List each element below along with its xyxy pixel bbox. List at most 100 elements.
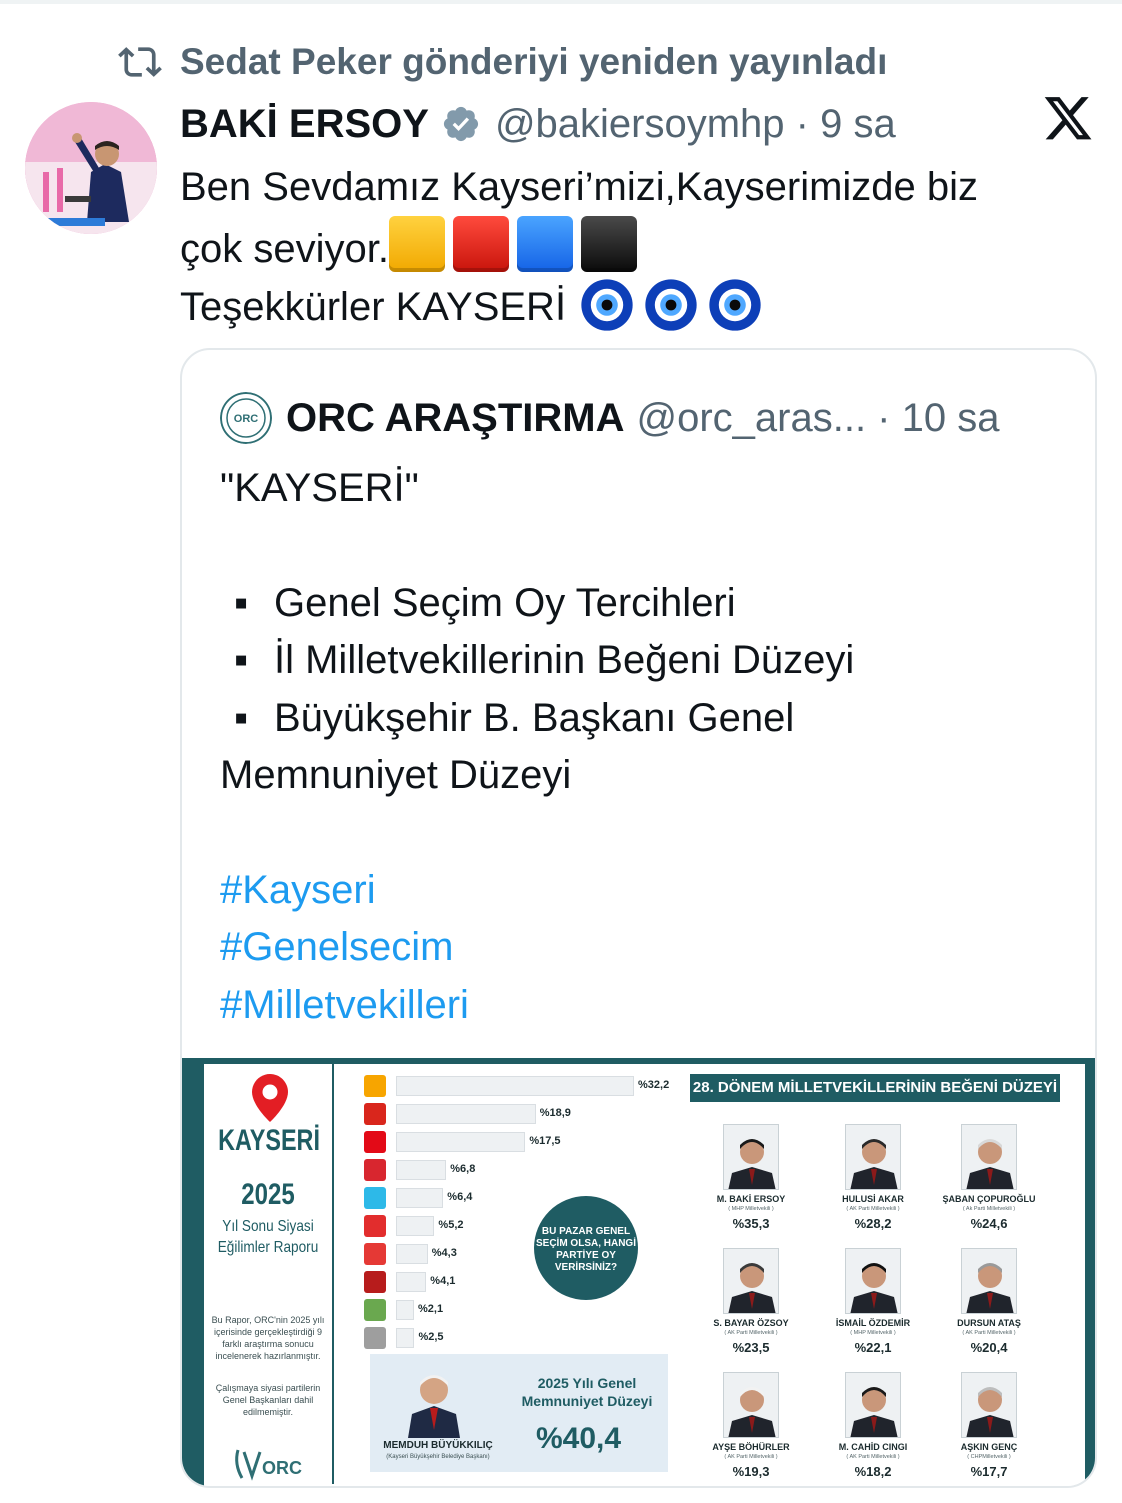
mp-approval-value: %17,7	[970, 1464, 1008, 1479]
avatar-photo	[25, 102, 157, 234]
author-avatar[interactable]	[25, 102, 157, 234]
author-name[interactable]: BAKİ ERSOY	[180, 102, 429, 147]
mp-name: İSMAİL ÖZDEMİR	[835, 1318, 911, 1328]
x-logo-icon[interactable]	[1042, 97, 1094, 145]
mp-card: İSMAİL ÖZDEMİR ( MHP Milletvekili ) %22,1	[818, 1248, 928, 1366]
bullet-text: Genel Seçim Oy Tercihleri	[274, 580, 736, 625]
mp-role: ( AK Parti Milletvekili )	[724, 1454, 778, 1460]
nazar-amulet-emoji	[709, 279, 761, 331]
mp-role: ( AK Parti Milletvekili )	[962, 1330, 1016, 1336]
mp-approval-value: %20,4	[970, 1340, 1008, 1355]
party-bar-row: %2,5	[364, 1326, 674, 1350]
mp-card: M. CAHİD CINGI ( AK Parti Milletvekili )%…	[818, 1372, 928, 1486]
mp-name: M. BAKİ ERSOY	[716, 1194, 786, 1204]
party-bar	[396, 1132, 526, 1152]
quoted-post-header: ORC ORC ARAŞTIRMA @orc_aras... · 10 sa	[220, 392, 999, 444]
mp-role: ( MHP Milletvekili )	[728, 1206, 774, 1212]
mp-photo	[723, 1248, 779, 1314]
quoted-post[interactable]: ORC ORC ARAŞTIRMA @orc_aras... · 10 sa "…	[180, 348, 1097, 1488]
orc-avatar-icon[interactable]: ORC	[220, 392, 272, 444]
party-bar	[396, 1216, 435, 1236]
mp-photo	[961, 1124, 1017, 1190]
hashtag-link[interactable]: #Kayseri	[220, 862, 1080, 919]
mp-photo	[845, 1248, 901, 1314]
mayor-photo	[402, 1360, 466, 1438]
post-text: Ben Sevdamız Kayseri’mizi,Kayserimizde b…	[180, 158, 1080, 336]
mp-approval-value: %22,1	[854, 1340, 892, 1355]
poll-question-badge: BU PAZAR GENEL SEÇİM OLSA, HANGİ PARTİYE…	[534, 1196, 638, 1300]
post-text-line-2-text: çok seviyor.	[180, 227, 389, 271]
party-bar-row: %18,9	[364, 1102, 674, 1126]
party-logo-icon	[364, 1327, 386, 1349]
mp-photo	[723, 1372, 779, 1438]
repost-indicator[interactable]: Sedat Peker gönderiyi yeniden yayınladı	[118, 40, 887, 84]
party-bar	[396, 1104, 536, 1124]
report-sidebar: KAYSERİ 2025 Yıl Sonu Siyasi Eğilimler R…	[204, 1064, 332, 1484]
party-bar-value: %5,2	[438, 1219, 464, 1231]
mayor-satisfaction-value: %40,4	[536, 1422, 622, 1455]
mp-photo	[961, 1248, 1017, 1314]
bullet-item: ▪ Büyükşehir B. Başkanı Genel	[220, 690, 1080, 747]
mp-photo	[723, 1124, 779, 1190]
party-bar-row: %2,1	[364, 1298, 674, 1322]
nazar-amulet-emoji	[645, 279, 697, 331]
party-bar	[396, 1160, 447, 1180]
mp-approval-value: %28,2	[854, 1216, 892, 1231]
hashtag-link[interactable]: #Milletvekilleri	[220, 977, 1080, 1034]
party-bar-row: %6,4	[364, 1186, 674, 1210]
party-logo-icon	[364, 1131, 386, 1153]
party-bar-value: %18,9	[539, 1107, 571, 1119]
bullet-text: İl Milletvekillerinin Beğeni Düzeyi	[274, 638, 855, 683]
report-note: Bu Rapor, ORC'nin 2025 yılı içerisinde g…	[211, 1315, 325, 1361]
post-text-line-3-text: Teşekkürler KAYSERİ	[180, 285, 567, 329]
mp-role: ( AK Parti Milletvekili )	[846, 1206, 900, 1212]
party-bar-value: %2,5	[418, 1331, 444, 1343]
svg-text:ORC: ORC	[234, 413, 259, 425]
mp-role: ( MHP Milletvekili )	[850, 1330, 896, 1336]
quoted-post-text: "KAYSERİ" ▪ Genel Seçim Oy Tercihleri ▪ İl…	[220, 460, 1080, 1034]
mp-approval-value: %35,3	[732, 1216, 770, 1231]
bullet-item: ▪ İl Milletvekillerinin Beğeni Düzeyi	[220, 632, 1080, 689]
mp-approval-value: %24,6	[970, 1216, 1008, 1231]
mp-card: M. BAKİ ERSOY ( MHP Milletvekili ) %35,3	[696, 1124, 806, 1242]
quoted-author-handle-time: @orc_aras... · 10 sa	[636, 395, 1000, 440]
location-pin-icon	[252, 1074, 288, 1122]
mp-card: AYŞE BÖHÜRLER ( AK Parti Milletvekili ) %1…	[696, 1372, 806, 1486]
post-header: BAKİ ERSOY @bakiersoymhp · 9 sa	[180, 98, 896, 150]
party-bar-row: %32,2	[364, 1074, 674, 1098]
mp-photo	[961, 1372, 1017, 1438]
bullet-square-icon: ▪	[234, 695, 249, 740]
party-bar-value: %6,8	[450, 1163, 476, 1175]
repost-label: Sedat Peker gönderiyi yeniden yayınladı	[180, 41, 888, 82]
mayor-role: (Kayseri Büyükşehir Belediye Başkanı)	[386, 1454, 490, 1460]
mp-photo	[845, 1372, 901, 1438]
report-image[interactable]: KAYSERİ 2025 Yıl Sonu Siyasi Eğilimler R…	[182, 1058, 1095, 1486]
mp-name: S. BAYAR ÖZSOY	[713, 1318, 789, 1328]
mp-role: ( CHPMilletvekili )	[967, 1454, 1011, 1460]
mp-name: M. CAHİD CINGI	[838, 1442, 908, 1452]
mayor-satisfaction-box: MEMDUH BÜYÜKKILIÇ (Kayseri Büyükşehir Be…	[370, 1354, 668, 1472]
party-logo-icon	[364, 1075, 386, 1097]
party-bar-value: %2,1	[418, 1303, 444, 1315]
mp-card: ŞABAN ÇOPUROĞLU ( Ak Parti Milletvekili )…	[934, 1124, 1044, 1242]
party-bar-value: %4,1	[430, 1275, 456, 1287]
party-logo-icon	[364, 1299, 386, 1321]
image-border	[182, 1058, 204, 1486]
red-square-emoji	[452, 216, 509, 272]
mp-photo	[845, 1124, 901, 1190]
quoted-author-name[interactable]: ORC ARAŞTIRMA	[286, 396, 625, 441]
top-divider	[0, 0, 1122, 4]
post-text-line-3: Teşekkürler KAYSERİ	[180, 278, 1080, 336]
report-note: Çalışmaya siyasi partilerin Genel Başkan…	[215, 1383, 321, 1417]
mp-card: AŞKIN GENÇ ( CHPMilletvekili ) %17,7	[934, 1372, 1044, 1486]
party-logo-icon	[364, 1215, 386, 1237]
hashtag-link[interactable]: #Genelsecim	[220, 919, 1080, 976]
party-bar	[396, 1328, 415, 1348]
mp-role: ( AK Parti Milletvekili )	[846, 1454, 900, 1460]
party-logo-icon	[364, 1243, 386, 1265]
bullet-text: Büyükşehir B. Başkanı Genel	[274, 695, 795, 740]
party-bar-row: %17,5	[364, 1130, 674, 1154]
party-logo-icon	[364, 1159, 386, 1181]
